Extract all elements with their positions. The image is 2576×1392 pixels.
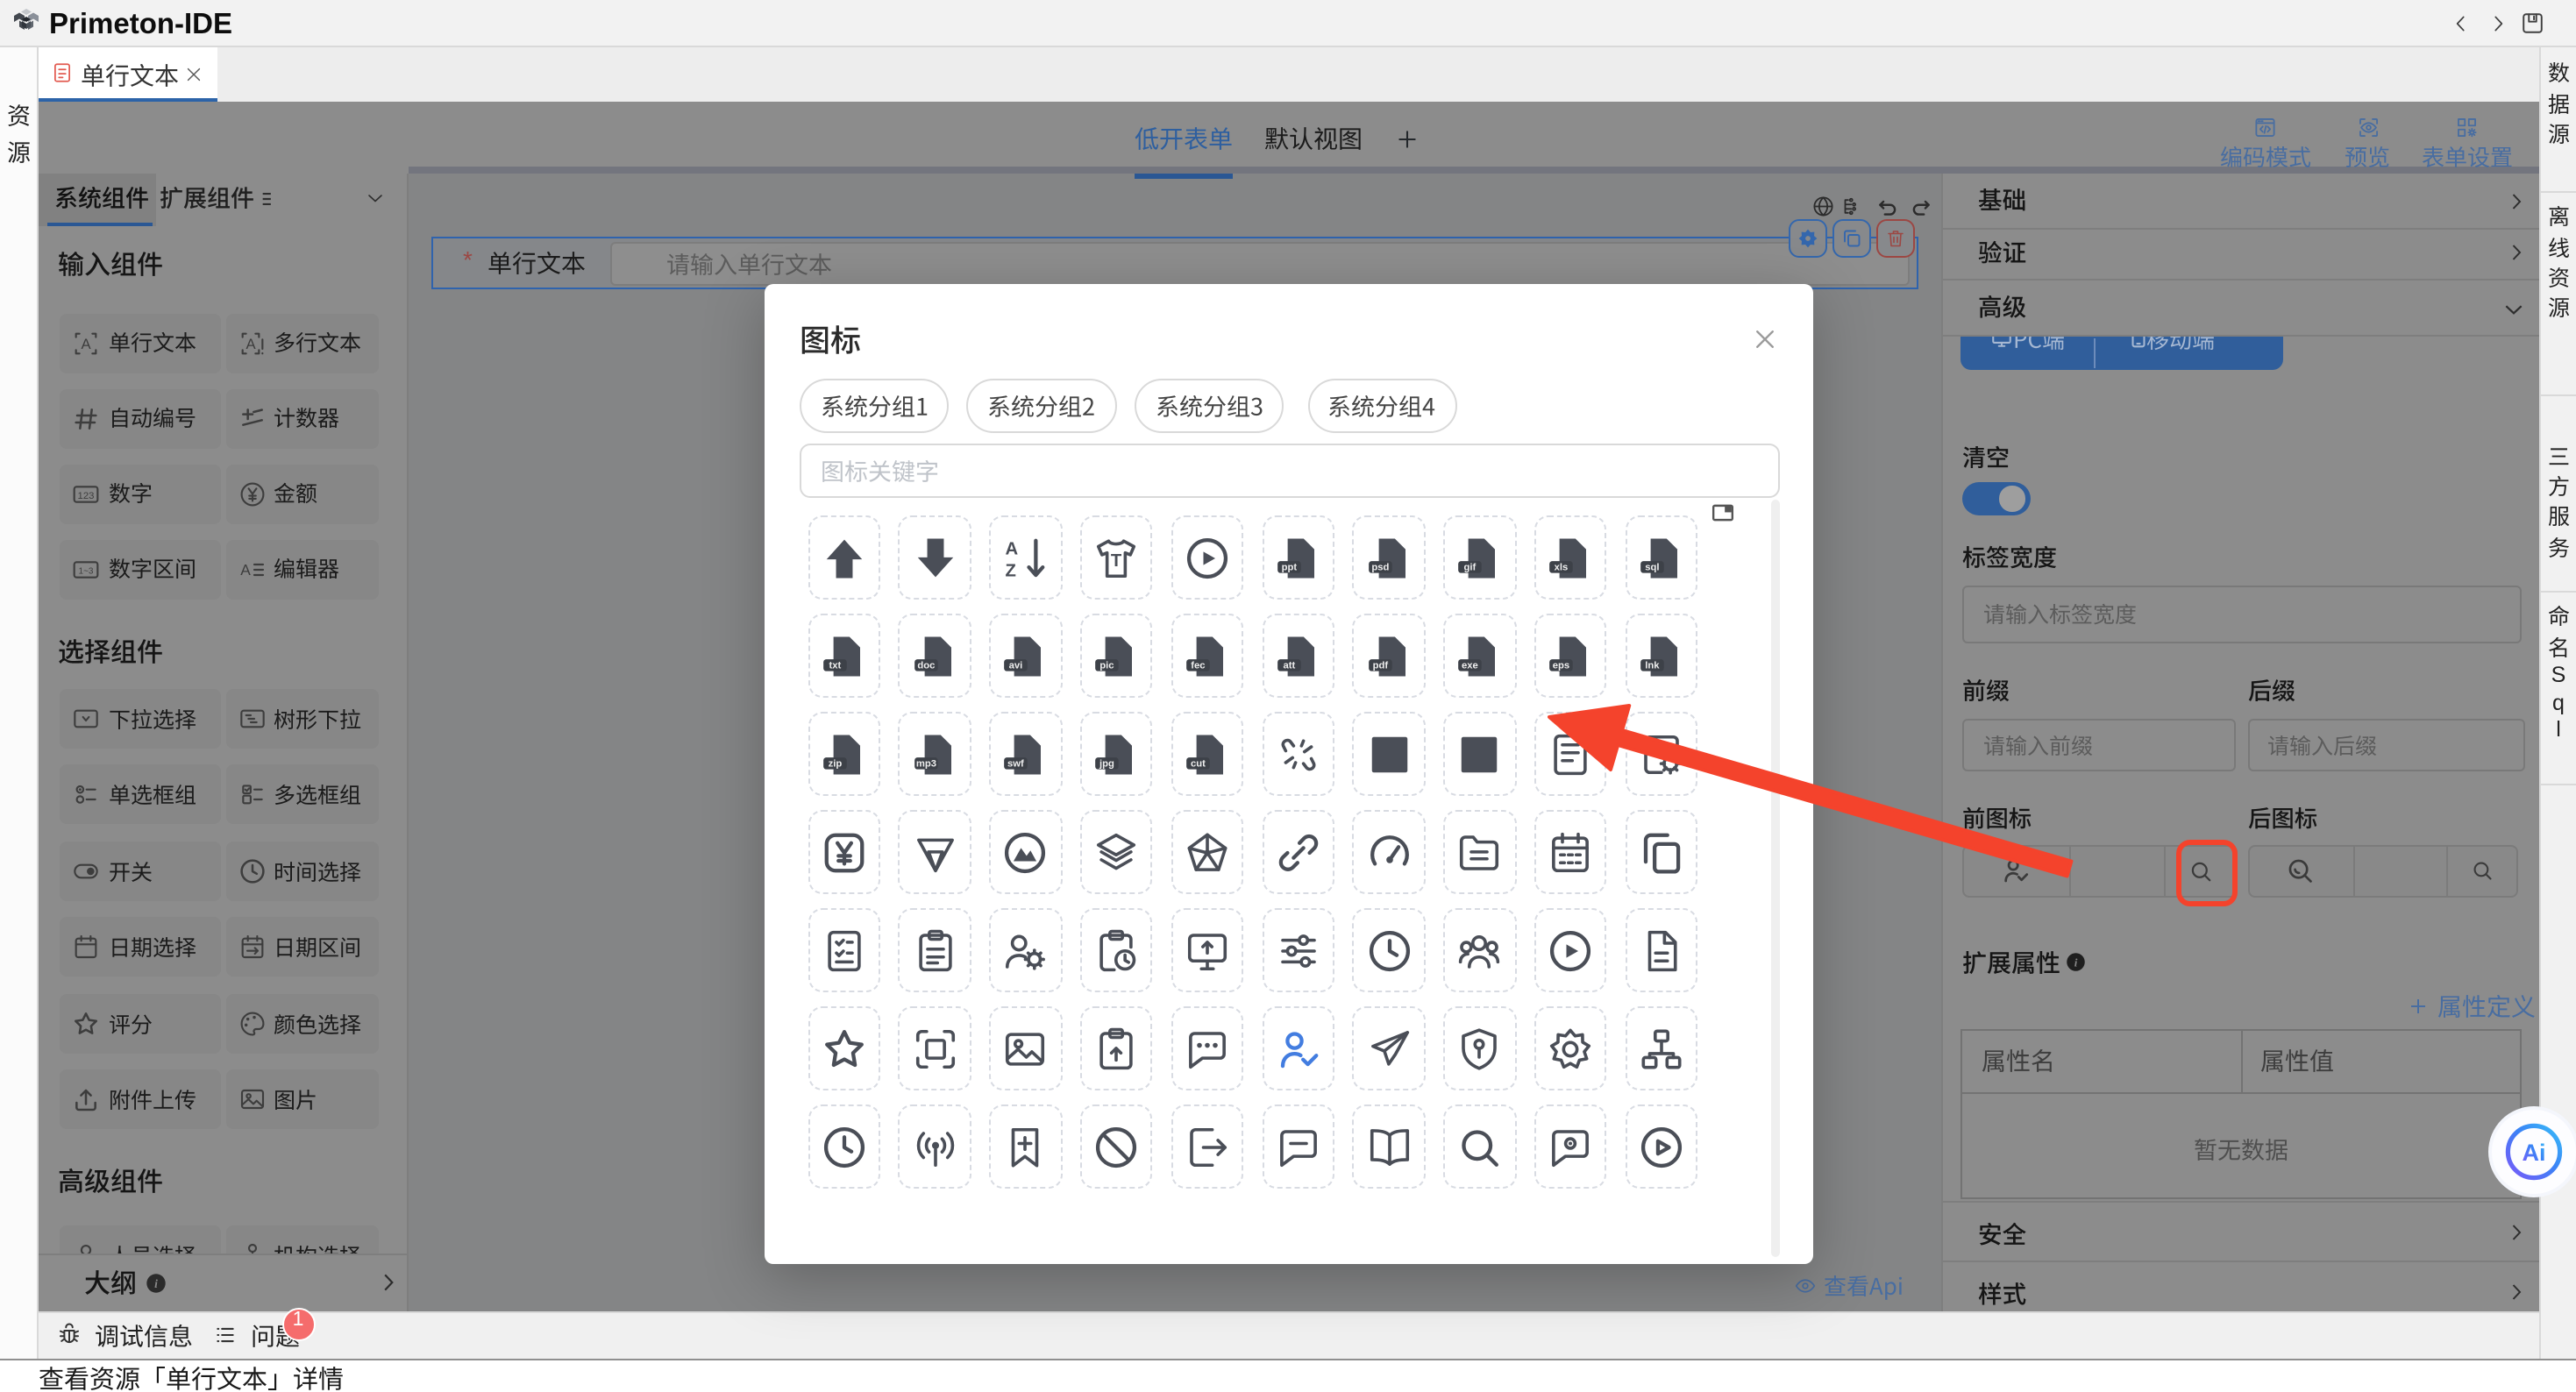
svg-text:avi: avi [1009, 660, 1023, 671]
svg-text:att: att [1283, 660, 1295, 671]
svg-text:lnk: lnk [1645, 660, 1660, 671]
svg-text:cut: cut [1191, 758, 1206, 769]
svg-text:A: A [245, 335, 255, 352]
svg-text:i: i [2074, 955, 2077, 969]
svg-text:mp3: mp3 [915, 758, 936, 769]
svg-text:swf: swf [1008, 758, 1025, 769]
svg-text:xls: xls [1555, 562, 1569, 572]
svg-text:Z: Z [1006, 560, 1016, 579]
svg-text:A: A [1006, 539, 1019, 558]
svg-text:exe: exe [1462, 660, 1479, 671]
svg-text:gif: gif [1464, 562, 1477, 572]
svg-text:pdf: pdf [1372, 660, 1388, 671]
svg-text:doc: doc [916, 660, 934, 671]
svg-text:Ai: Ai [2523, 1140, 2546, 1166]
svg-text:ppt: ppt [1281, 562, 1297, 572]
svg-text:pic: pic [1099, 660, 1114, 671]
svg-text:zip: zip [828, 758, 842, 769]
svg-text:T: T [1111, 550, 1122, 570]
svg-text:123: 123 [78, 490, 95, 501]
svg-text:jpg: jpg [1099, 758, 1114, 769]
svg-text:i: i [153, 1276, 157, 1289]
svg-text:A: A [239, 560, 250, 578]
svg-text:1~3: 1~3 [79, 566, 94, 576]
svg-text:psd: psd [1370, 562, 1388, 572]
svg-text:sql: sql [1645, 562, 1659, 572]
svg-text:eps: eps [1553, 660, 1569, 671]
svg-text:A: A [81, 335, 91, 352]
svg-text:fec: fec [1191, 660, 1205, 671]
svg-text:txt: txt [829, 660, 841, 671]
